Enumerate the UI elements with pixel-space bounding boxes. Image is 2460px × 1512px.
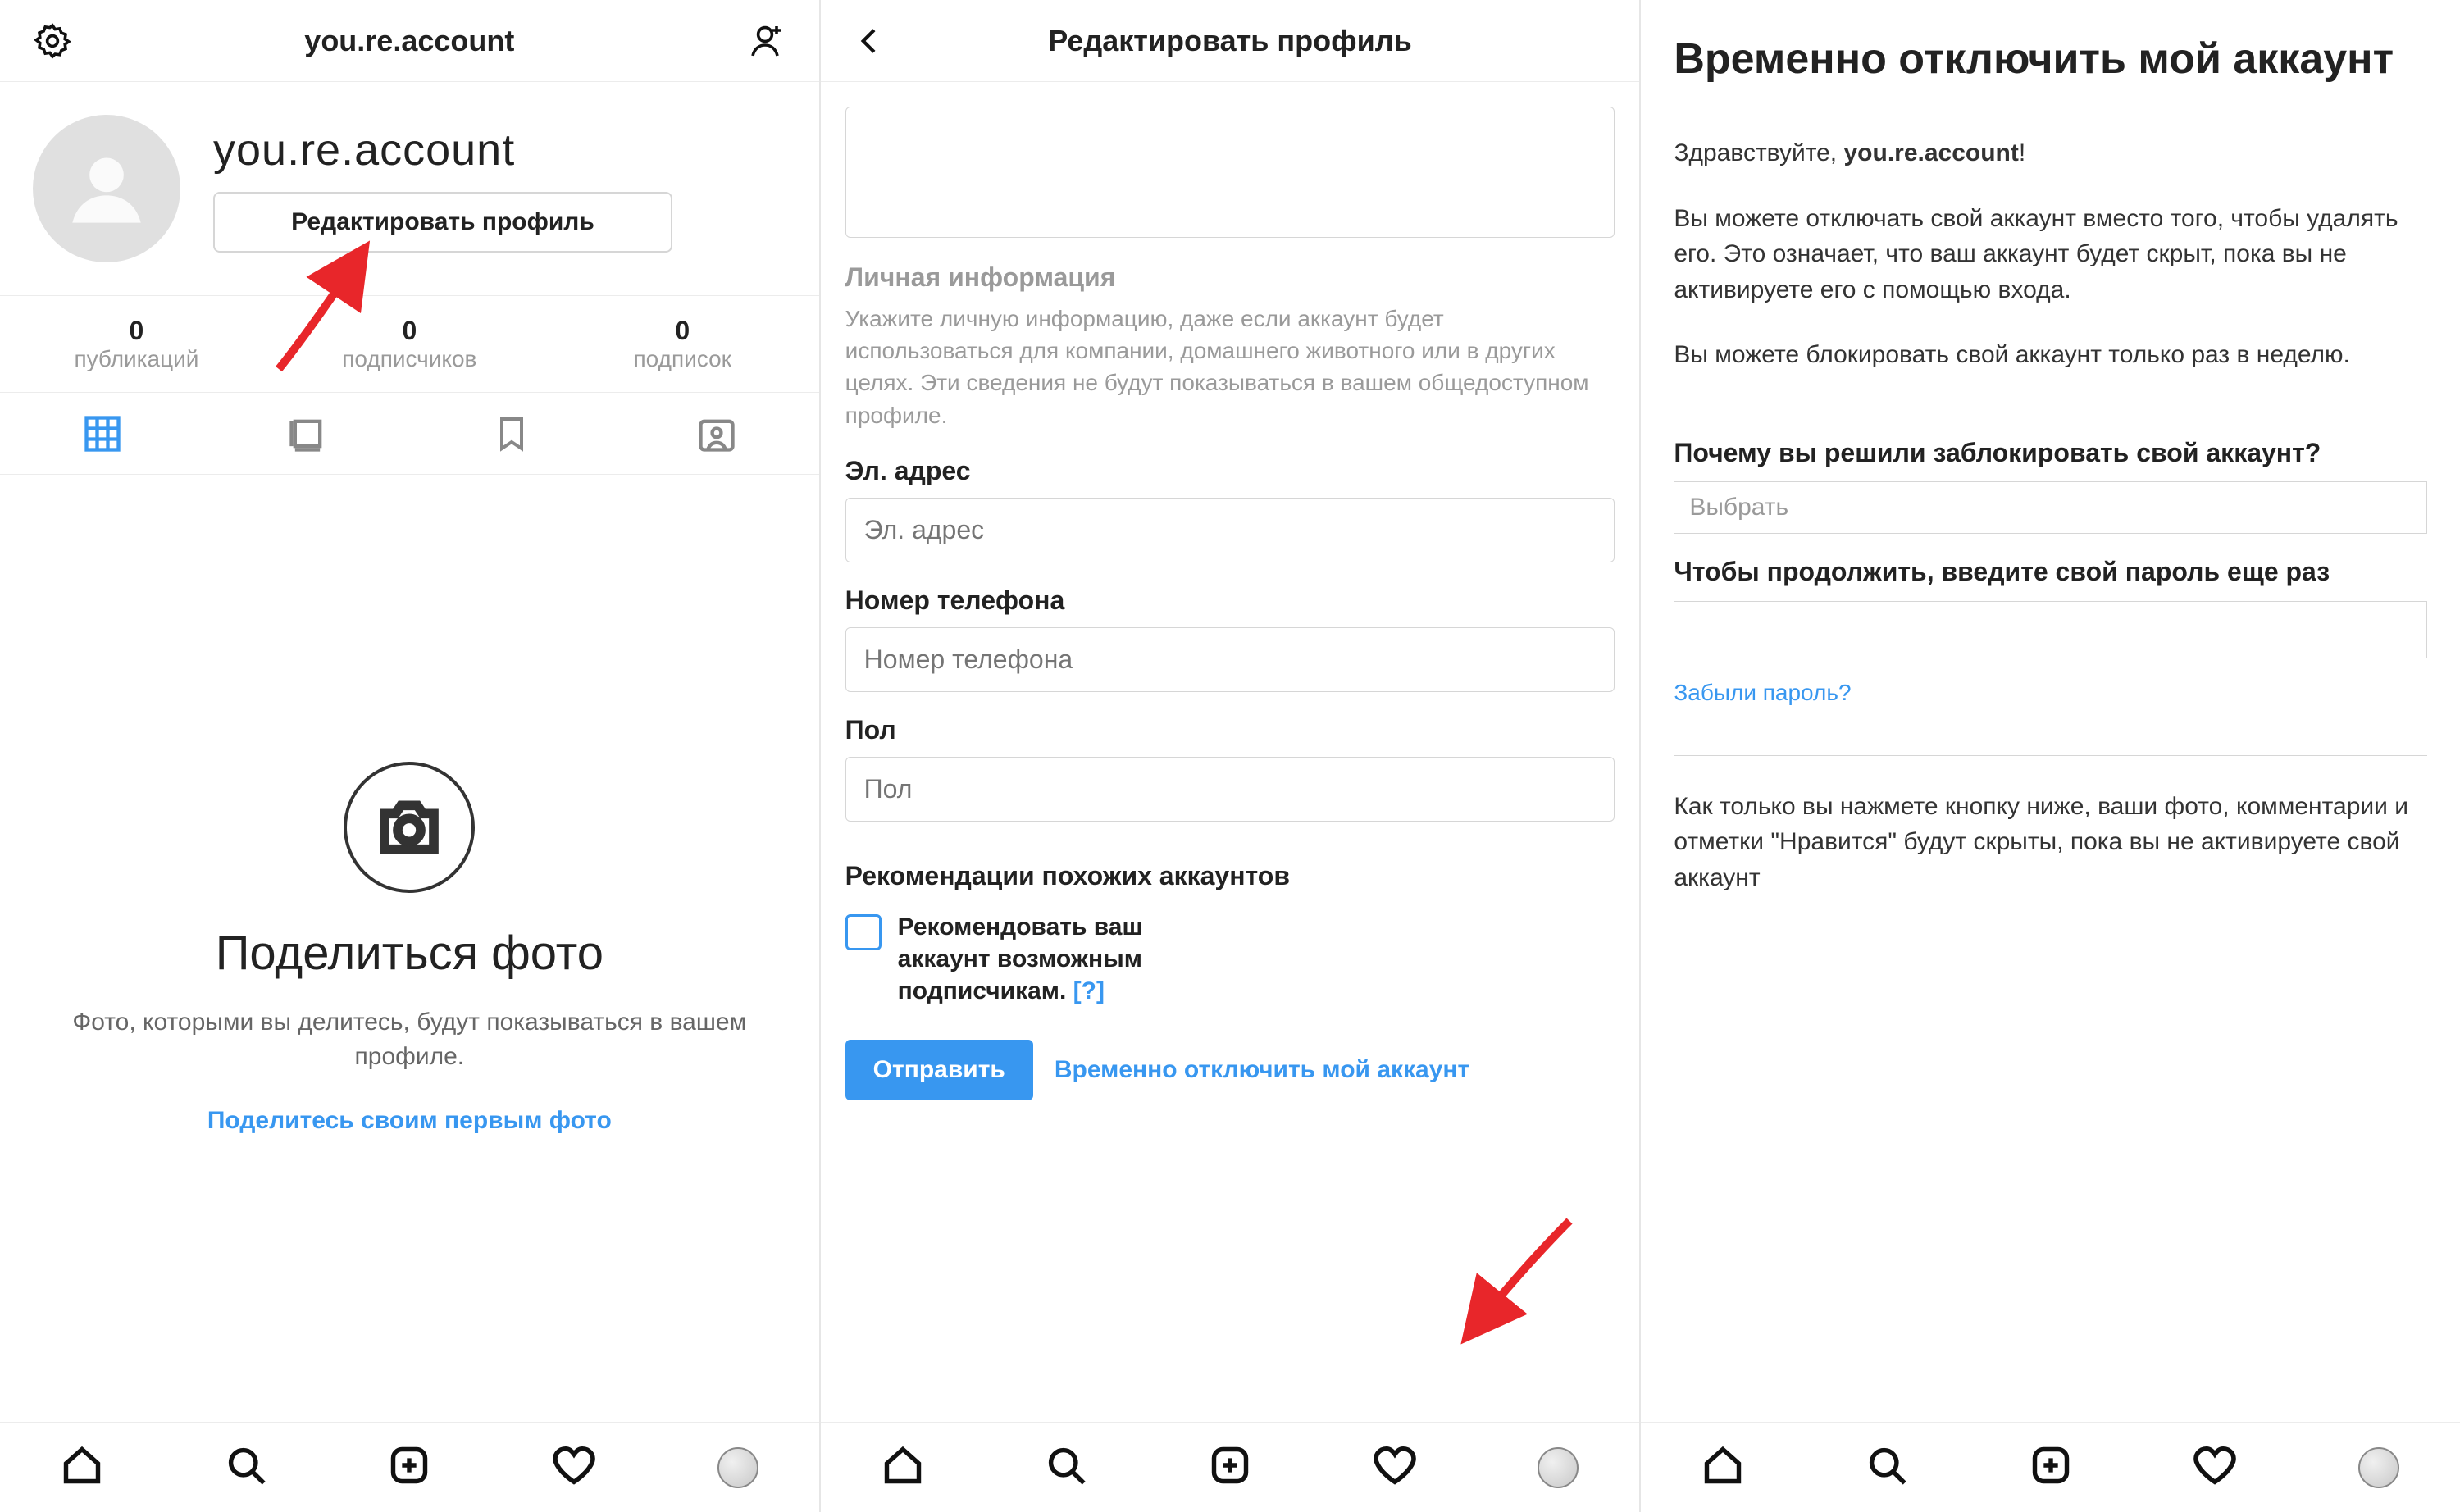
info-para-2: Вы можете блокировать свой аккаунт тольк… — [1674, 337, 2427, 373]
greeting-prefix: Здравствуйте, — [1674, 139, 1843, 166]
profile-pane: you.re.account you.re.account Редактиров… — [0, 0, 821, 1512]
recommend-label: Рекомендовать ваш аккаунт возможным подп… — [898, 913, 1143, 1004]
section-title: Личная информация — [845, 262, 1615, 293]
recommend-checkbox[interactable] — [845, 914, 882, 950]
section-desc: Укажите личную информацию, даже если акк… — [845, 303, 1615, 431]
top-bar: Редактировать профиль — [821, 0, 1640, 82]
profile-row: you.re.account Редактировать профиль — [0, 82, 819, 295]
edit-profile-pane: Редактировать профиль Личная информация … — [821, 0, 1642, 1512]
stat-label: подписок — [546, 346, 819, 372]
forgot-password-link[interactable]: Забыли пароль? — [1674, 680, 1851, 706]
heart-icon[interactable] — [552, 1443, 596, 1492]
add-post-icon[interactable] — [1209, 1444, 1251, 1491]
submit-button[interactable]: Отправить — [845, 1040, 1033, 1100]
phone-label: Номер телефона — [845, 585, 1615, 616]
footer-text: Как только вы нажмете кнопку ниже, ваши … — [1674, 789, 2427, 896]
gender-label: Пол — [845, 715, 1615, 745]
heart-icon[interactable] — [1373, 1443, 1417, 1492]
home-icon[interactable] — [882, 1444, 924, 1491]
password-label: Чтобы продолжить, введите свой пароль ещ… — [1674, 555, 2427, 590]
empty-title: Поделиться фото — [216, 926, 604, 981]
bottom-nav — [821, 1422, 1640, 1512]
stat-posts[interactable]: 0 публикаций — [0, 296, 273, 392]
stat-count: 0 — [0, 316, 273, 346]
search-icon[interactable] — [225, 1444, 267, 1491]
disable-account-link[interactable]: Временно отключить мой аккаунт — [1055, 1056, 1469, 1084]
help-link[interactable]: [?] — [1073, 977, 1105, 1004]
add-user-icon[interactable] — [747, 21, 786, 61]
recommend-text: Рекомендовать ваш аккаунт возможным подп… — [898, 911, 1226, 1007]
reason-label: Почему вы решили заблокировать свой акка… — [1674, 436, 2427, 471]
home-icon[interactable] — [1702, 1444, 1744, 1491]
greeting: Здравствуйте, you.re.account! — [1674, 135, 2427, 171]
back-icon[interactable] — [854, 25, 886, 57]
email-input[interactable] — [845, 498, 1615, 562]
annotation-arrow-icon — [254, 238, 385, 377]
add-post-icon[interactable] — [2029, 1444, 2072, 1491]
search-icon[interactable] — [1866, 1444, 1908, 1491]
disable-account-pane: Временно отключить мой аккаунт Здравству… — [1641, 0, 2460, 1512]
page-title: Редактировать профиль — [886, 24, 1574, 58]
home-icon[interactable] — [61, 1444, 103, 1491]
profile-nav-icon[interactable] — [1538, 1447, 1578, 1488]
empty-desc: Фото, которыми вы делитесь, будут показы… — [49, 1005, 770, 1074]
profile-nav-icon[interactable] — [2358, 1447, 2399, 1488]
email-label: Эл. адрес — [845, 456, 1615, 486]
search-icon[interactable] — [1045, 1444, 1087, 1491]
tab-tagged[interactable] — [614, 393, 819, 474]
info-para-1: Вы можете отключать свой аккаунт вместо … — [1674, 201, 2427, 308]
empty-state: Поделиться фото Фото, которыми вы делите… — [0, 475, 819, 1422]
avatar[interactable] — [33, 115, 180, 262]
share-first-link[interactable]: Поделитесь своим первым фото — [207, 1107, 612, 1135]
stat-label: публикаций — [0, 346, 273, 372]
heart-icon[interactable] — [2193, 1443, 2237, 1492]
bottom-nav — [0, 1422, 819, 1512]
stats-row: 0 публикаций 0 подписчиков 0 подписок — [0, 295, 819, 393]
tab-feed[interactable] — [205, 393, 410, 474]
header-username: you.re.account — [72, 24, 747, 58]
settings-icon[interactable] — [33, 21, 72, 61]
bio-textarea[interactable] — [845, 107, 1615, 238]
bottom-nav — [1641, 1422, 2460, 1512]
camera-icon — [344, 762, 475, 893]
greeting-user: you.re.account — [1843, 139, 2018, 166]
page-title: Временно отключить мой аккаунт — [1674, 33, 2427, 86]
stat-following[interactable]: 0 подписок — [546, 296, 819, 392]
profile-name: you.re.account — [213, 125, 786, 175]
gender-input[interactable] — [845, 757, 1615, 822]
phone-input[interactable] — [845, 627, 1615, 692]
reason-select[interactable]: Выбрать — [1674, 481, 2427, 534]
tab-saved[interactable] — [409, 393, 614, 474]
top-bar: you.re.account — [0, 0, 819, 82]
divider — [1674, 755, 2427, 756]
profile-nav-icon[interactable] — [718, 1447, 758, 1488]
add-post-icon[interactable] — [388, 1444, 430, 1491]
profile-tabs — [0, 393, 819, 475]
recommend-title: Рекомендации похожих аккаунтов — [845, 861, 1615, 891]
password-input[interactable] — [1674, 601, 2427, 658]
stat-count: 0 — [546, 316, 819, 346]
annotation-arrow-icon — [1442, 1209, 1582, 1348]
tab-grid[interactable] — [0, 393, 205, 474]
greeting-suffix: ! — [2019, 139, 2025, 166]
